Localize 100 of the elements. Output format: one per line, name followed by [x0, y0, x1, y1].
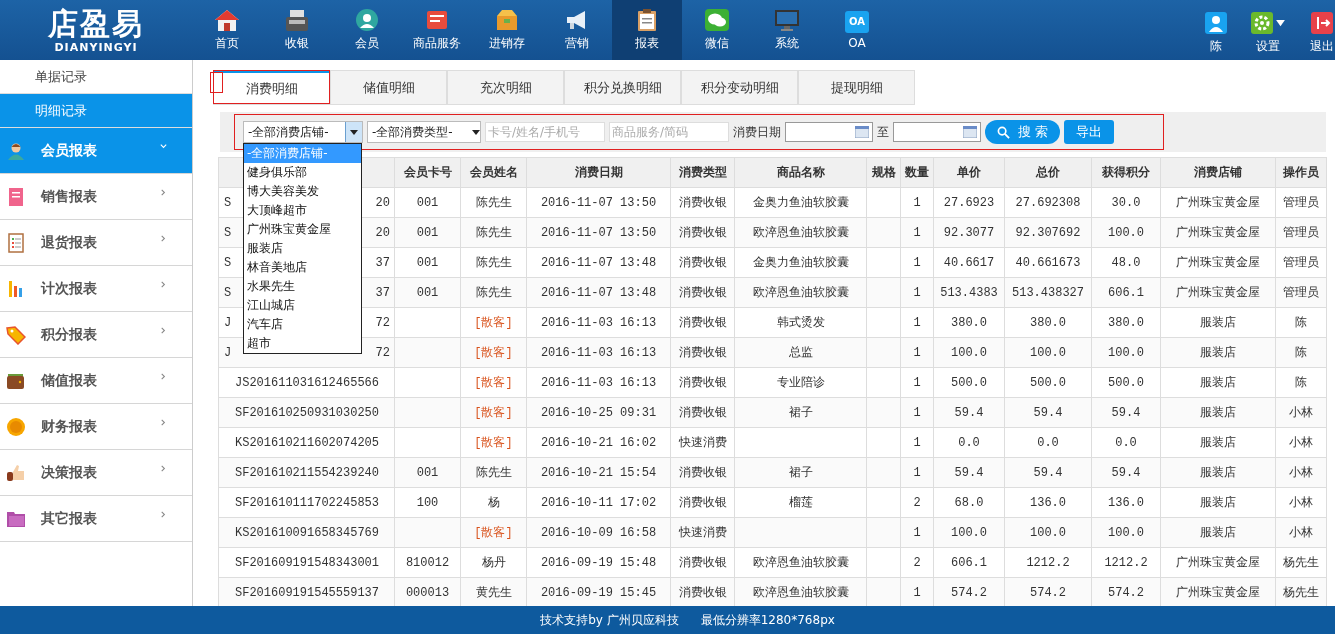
dropdown-option[interactable]: 水果先生 [244, 277, 361, 296]
table-cell: 0.0 [958, 435, 980, 450]
nav-item[interactable]: 营销 [542, 0, 612, 60]
table-cell: 30.0 [1111, 195, 1141, 210]
table-cell: 2016-10-09 16:58 [540, 525, 657, 540]
table-cell: 管理员 [1283, 226, 1319, 240]
table-cell: S [224, 225, 232, 240]
store-select[interactable]: -全部消费店铺- [243, 121, 363, 143]
table-cell: [散客] [474, 526, 513, 540]
column-header: 总价 [1004, 157, 1092, 188]
chevron-right-icon [159, 188, 168, 197]
table-cell: 陈 [1295, 346, 1307, 360]
table-cell: 1 [913, 525, 921, 540]
table-cell: 黄先生 [475, 586, 512, 600]
table-cell: 广州珠宝黄金屋 [1176, 226, 1260, 240]
nav-item[interactable]: 会员 [332, 0, 402, 60]
user-menu-item[interactable]: 退出 [1309, 12, 1335, 60]
column-header: 操作员 [1275, 157, 1327, 188]
card-icon [424, 8, 450, 32]
tab[interactable]: 充次明细 [447, 70, 564, 104]
nav-item[interactable]: 微信 [682, 0, 752, 60]
table-cell: 金奥力鱼油软胶囊 [752, 256, 849, 270]
table-cell: 2016-09-19 15:48 [540, 555, 657, 570]
dropdown-option[interactable]: 服装店 [244, 239, 361, 258]
dropdown-option[interactable]: 江山城店 [244, 296, 361, 315]
table-cell: S [224, 285, 232, 300]
nav-item[interactable]: 首页 [192, 0, 262, 60]
nav-item[interactable]: 商品服务 [402, 0, 472, 60]
start-date-field[interactable] [785, 122, 873, 142]
nav-item[interactable]: 进销存 [472, 0, 542, 60]
table-cell: 27.692308 [1015, 195, 1081, 210]
sidebar-item[interactable]: 积分报表 [0, 312, 192, 358]
cash-register-icon [284, 8, 310, 32]
sidebar-item[interactable]: 决策报表 [0, 450, 192, 496]
table-cell: J [224, 315, 232, 330]
table-cell: 1212.2 [1104, 555, 1148, 570]
tab[interactable]: 积分变动明细 [681, 70, 798, 104]
table-cell: SF201610250931030250 [235, 405, 379, 420]
table-cell: 2016-09-19 15:45 [540, 585, 657, 600]
tab[interactable]: 储值明细 [330, 70, 447, 104]
table-cell: 100.0 [1108, 525, 1144, 540]
table-cell: 消费收银 [678, 316, 727, 330]
sidebar-item[interactable]: 其它报表 [0, 496, 192, 542]
chevron-right-icon [159, 418, 168, 427]
chevron-down-icon [159, 142, 168, 151]
nav-item[interactable]: 收银 [262, 0, 332, 60]
calendar-icon [963, 126, 977, 138]
table-cell: 59.4 [954, 405, 984, 420]
member-search-field[interactable]: 卡号/姓名/手机号 [485, 122, 605, 142]
nav-item[interactable]: 报表 [612, 0, 682, 60]
tab[interactable]: 消费明细 [213, 70, 330, 104]
tab[interactable]: 积分兑换明细 [564, 70, 681, 104]
note-icon [6, 186, 26, 207]
dropdown-option[interactable]: 博大美容美发 [244, 182, 361, 201]
table-cell: 500.0 [951, 375, 987, 390]
sidebar-item[interactable]: 财务报表 [0, 404, 192, 450]
sidebar-item[interactable]: 销售报表 [0, 174, 192, 220]
tab[interactable]: 提现明细 [798, 70, 915, 104]
table-cell: 金奥力鱼油软胶囊 [752, 196, 849, 210]
dropdown-option[interactable]: 汽车店 [244, 315, 361, 334]
type-select[interactable]: -全部消费类型- [367, 121, 481, 143]
table-cell: 小林 [1289, 526, 1313, 540]
table-cell: 管理员 [1283, 256, 1319, 270]
box-icon [494, 8, 520, 32]
table-cell: 服装店 [1200, 406, 1236, 420]
chat-icon [704, 8, 730, 32]
dropdown-option[interactable]: 林音美地店 [244, 258, 361, 277]
thumbs-up-icon [6, 462, 26, 483]
table-cell: 574.2 [951, 585, 987, 600]
table-cell: 杨先生 [1283, 586, 1319, 600]
table-cell: [散客] [474, 436, 513, 450]
table-cell: 消费收银 [678, 406, 727, 420]
table-cell: 37 [375, 285, 390, 300]
user-menu-item[interactable]: 设置 [1251, 12, 1285, 60]
end-date-field[interactable] [893, 122, 981, 142]
table-cell: 574.2 [1108, 585, 1144, 600]
sidebar-item[interactable]: 计次报表 [0, 266, 192, 312]
table-cell: 100.0 [1108, 225, 1144, 240]
table-cell: 管理员 [1283, 286, 1319, 300]
table-cell: JS201611031612465566 [235, 375, 379, 390]
support-text: 技术支持by 广州贝应科技 [540, 611, 679, 629]
table-cell: 裙子 [788, 466, 813, 480]
nav-item[interactable]: 系统 [752, 0, 822, 60]
calendar-icon [855, 126, 869, 138]
sidebar-item[interactable]: 退货报表 [0, 220, 192, 266]
table-cell: KS201610091658345769 [235, 525, 379, 540]
dropdown-option[interactable]: 广州珠宝黄金屋 [244, 220, 361, 239]
table-cell: 2016-11-03 16:13 [540, 345, 657, 360]
table-cell: [散客] [474, 376, 513, 390]
user-menu-item[interactable]: 陈 [1205, 12, 1227, 60]
nav-item[interactable]: OA OA [822, 0, 892, 60]
dropdown-option[interactable]: 大顶峰超市 [244, 201, 361, 220]
sidebar-item[interactable]: 储值报表 [0, 358, 192, 404]
table-cell: 2016-11-07 13:48 [540, 285, 657, 300]
table-cell: 37 [375, 255, 390, 270]
dropdown-option[interactable]: 超市 [244, 334, 361, 353]
table-cell: 2016-10-21 16:02 [540, 435, 657, 450]
table-cell: 消费收银 [678, 496, 727, 510]
product-search-field[interactable]: 商品服务/简码 [609, 122, 729, 142]
table-cell: 2016-10-11 17:02 [540, 495, 657, 510]
